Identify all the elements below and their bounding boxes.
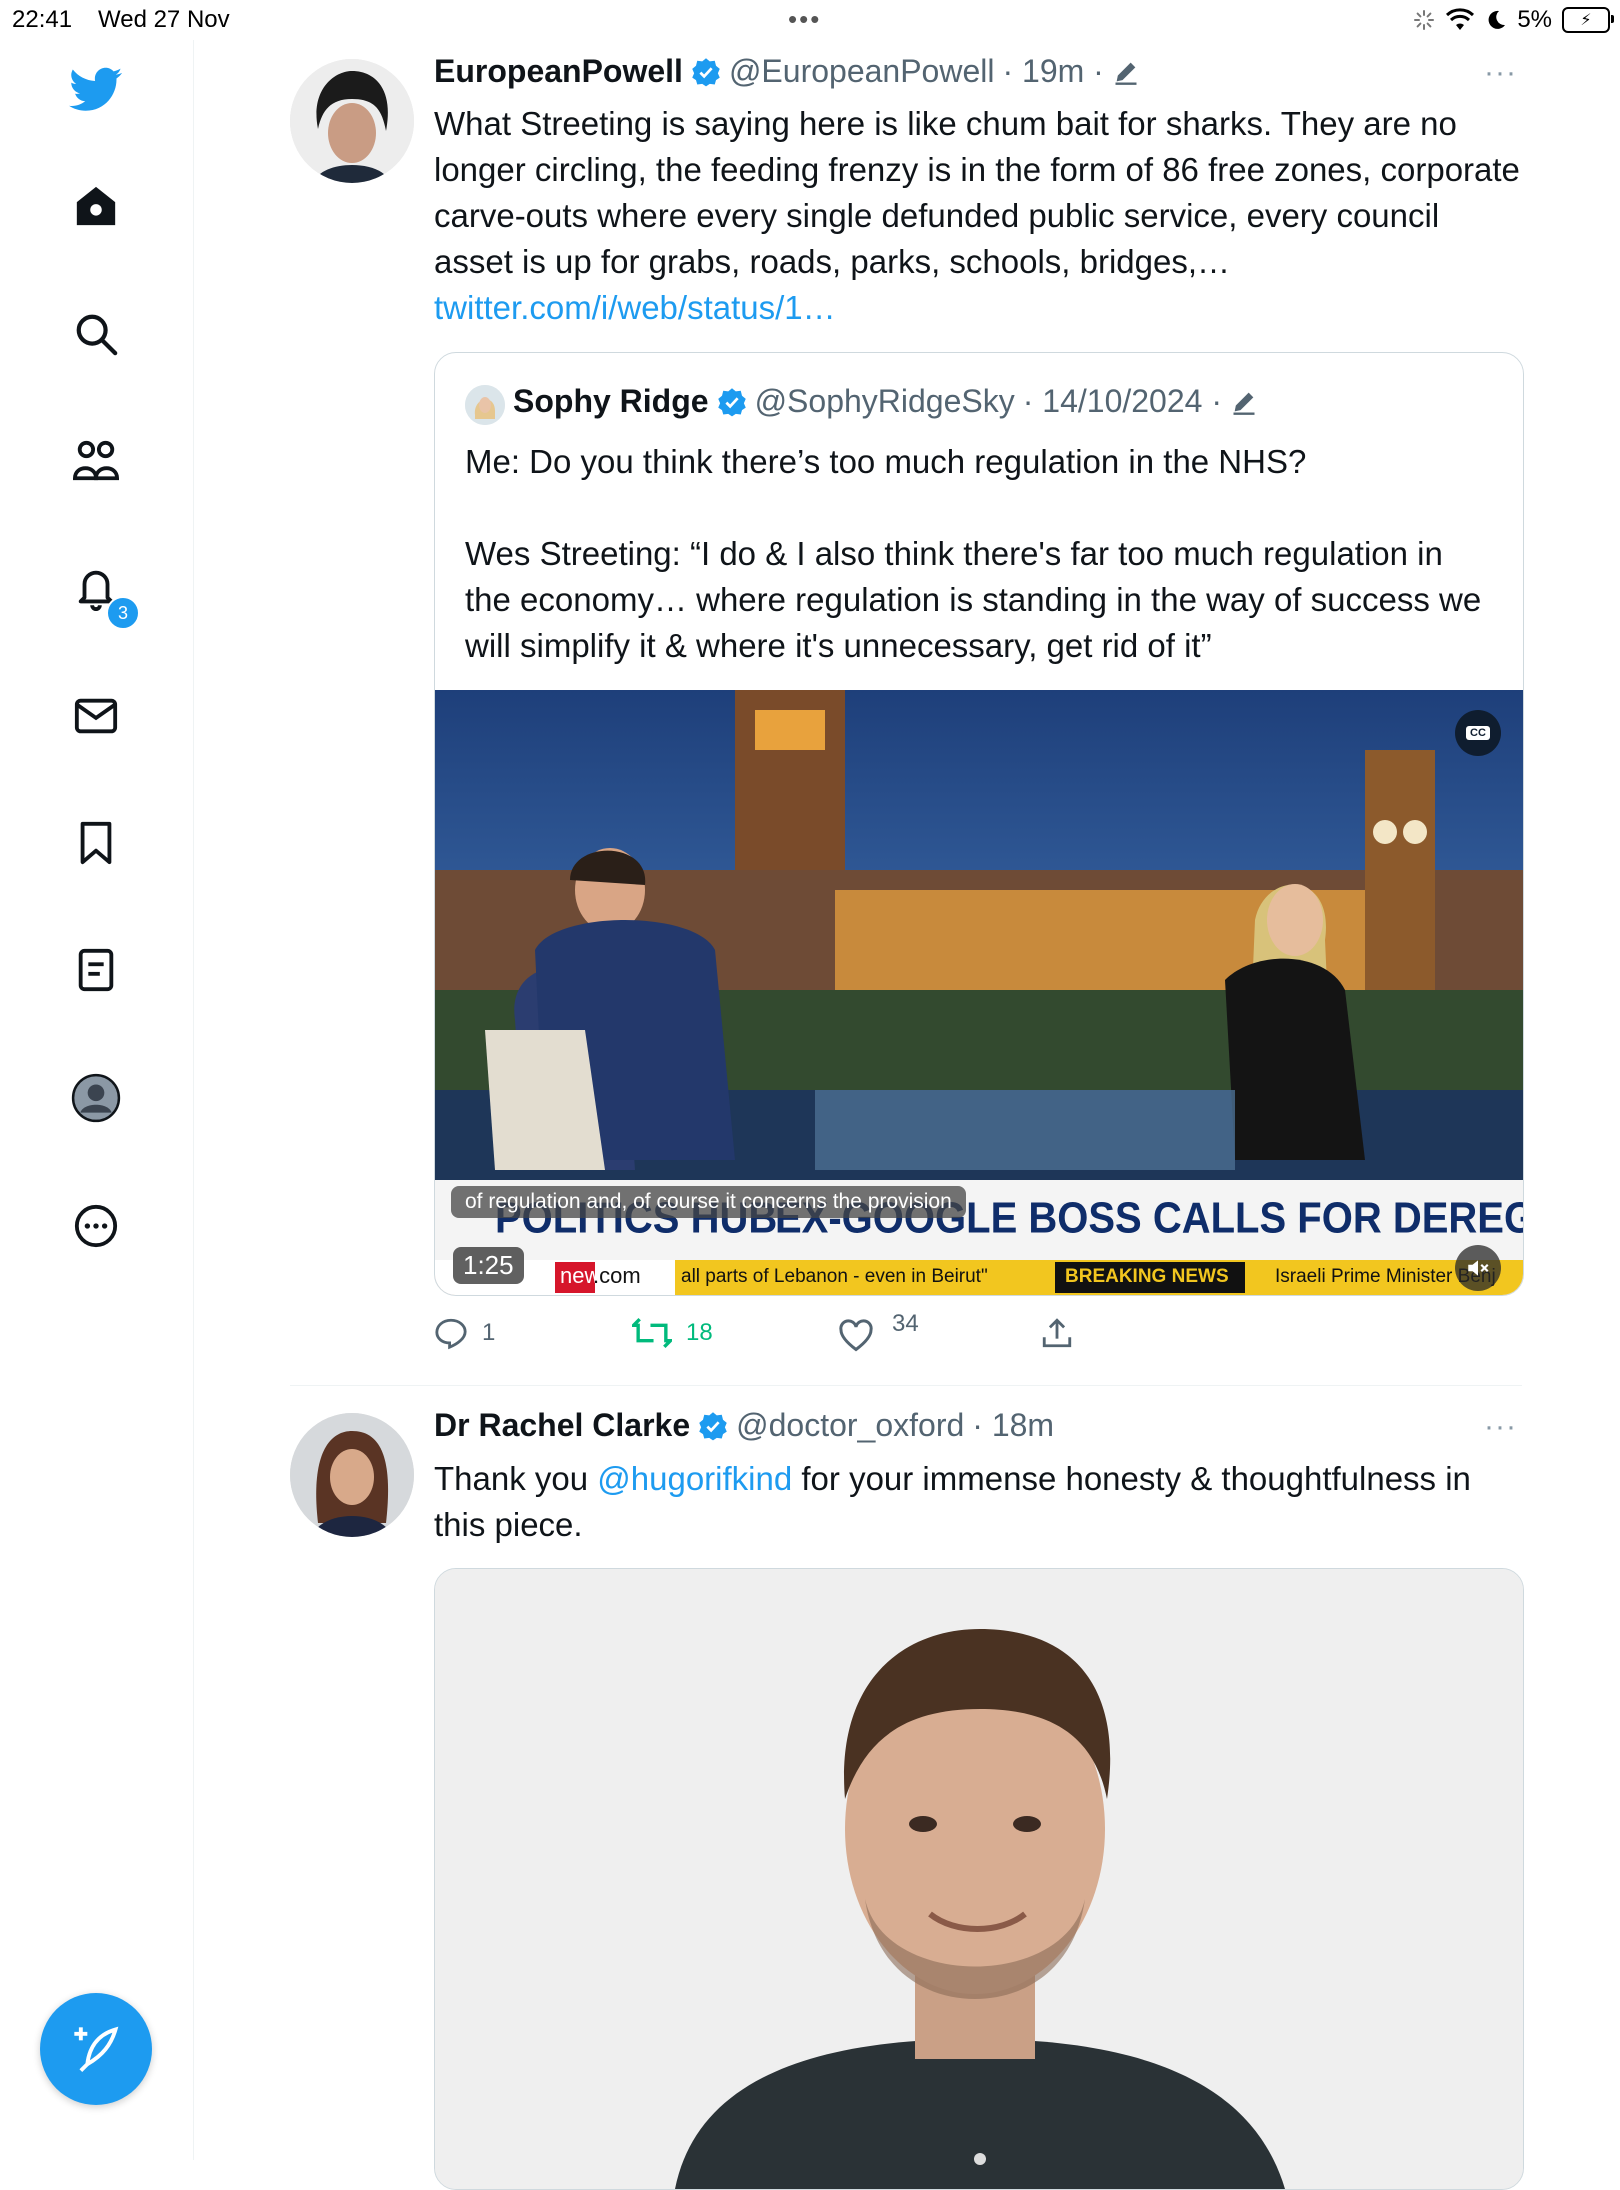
author-name[interactable]: EuropeanPowell: [434, 53, 683, 90]
tweet-text: What Streeting is saying here is like ch…: [434, 101, 1524, 331]
status-date: Wed 27 Nov: [98, 6, 230, 33]
lists-icon[interactable]: [66, 940, 126, 1000]
ticker-text-1: all parts of Lebanon - even in Beirut": [681, 1266, 988, 1287]
like-button[interactable]: 34: [838, 1310, 919, 1354]
portrait-photo: [435, 1569, 1523, 2189]
profile-icon[interactable]: [66, 1068, 126, 1128]
closed-captions-button[interactable]: CC: [1455, 710, 1501, 756]
status-indicators: 5% ⚡: [1413, 6, 1614, 34]
avatar[interactable]: [290, 1413, 414, 1537]
video-player[interactable]: POLITICS HUB EX-GOOGLE BOSS CALLS FOR DE…: [435, 690, 1523, 1295]
like-count: 34: [892, 1310, 919, 1337]
tweet-more-options-icon[interactable]: ···: [1484, 56, 1517, 90]
quote-line-2: Wes Streeting: “I do & I also think ther…: [465, 535, 1482, 664]
tweet-divider: [290, 1385, 1522, 1386]
tweet-body: What Streeting is saying here is like ch…: [434, 105, 1520, 280]
mute-button[interactable]: [1455, 1245, 1501, 1291]
more-icon[interactable]: [66, 1196, 126, 1256]
compose-tweet-button[interactable]: [40, 1993, 152, 2105]
tweet-header: Dr Rachel Clarke @doctor_oxford · 18m: [434, 1407, 1054, 1444]
avatar[interactable]: [290, 59, 414, 183]
notification-count-badge: 3: [106, 596, 140, 630]
reply-button[interactable]: 1: [434, 1316, 495, 1350]
reply-count: 1: [482, 1319, 496, 1346]
tweet-time[interactable]: · 19m ·: [1002, 53, 1103, 90]
quote-header: Sophy Ridge @SophyRidgeSky · 14/10/2024 …: [513, 383, 1258, 420]
edit-pencil-icon: [1115, 62, 1137, 85]
battery-percent: 5%: [1517, 6, 1552, 33]
bookmarks-icon[interactable]: [66, 813, 126, 873]
share-button[interactable]: [1040, 1316, 1074, 1357]
quote-author-handle: @SophyRidgeSky: [754, 383, 1015, 419]
mention-link[interactable]: @hugorifkind: [597, 1460, 792, 1497]
loading-spinner-icon: [1414, 10, 1435, 30]
cc-label: CC: [1466, 726, 1490, 740]
share-icon: [1042, 1318, 1072, 1348]
moon-icon: [1488, 10, 1506, 29]
speaker-muted-icon: [1468, 1260, 1489, 1276]
twitter-logo-icon[interactable]: [66, 60, 126, 120]
author-handle[interactable]: @EuropeanPowell: [729, 53, 995, 90]
battery-charging-icon: ⚡: [1562, 7, 1614, 33]
avatar: [465, 385, 505, 425]
verified-badge-icon: [717, 387, 746, 416]
messages-icon[interactable]: [66, 686, 126, 746]
compose-tweet-icon: [74, 2026, 119, 2073]
status-bar: 22:41 Wed 27 Nov ••• 5% ⚡: [0, 0, 1620, 40]
quote-line-1: Me: Do you think there’s too much regula…: [465, 443, 1307, 480]
quote-text: Me: Do you think there’s too much regula…: [465, 439, 1495, 669]
wifi-icon: [1446, 8, 1475, 30]
tweet-body-start: Thank you: [434, 1460, 598, 1497]
video-caption: of regulation and, of course it concerns…: [451, 1186, 966, 1218]
author-handle[interactable]: @doctor_oxford: [736, 1407, 964, 1444]
breaking-news-label: BREAKING NEWS: [1065, 1266, 1229, 1287]
quoted-tweet[interactable]: Sophy Ridge @SophyRidgeSky · 14/10/2024 …: [434, 352, 1524, 1296]
tweet-more-options-icon[interactable]: ···: [1484, 1410, 1517, 1444]
tweet-header: EuropeanPowell @EuropeanPowell · 19m ·: [434, 53, 1140, 90]
author-name[interactable]: Dr Rachel Clarke: [434, 1407, 690, 1444]
verified-badge-icon: [692, 57, 720, 86]
tweet-time[interactable]: · 18m: [972, 1407, 1054, 1444]
multitasking-dots-icon[interactable]: •••: [788, 4, 821, 35]
verified-badge-icon: [699, 1411, 727, 1440]
link-card-image[interactable]: [434, 1568, 1524, 2190]
retweet-count: 18: [686, 1319, 713, 1346]
status-time: 22:41: [12, 6, 73, 33]
heart-icon: [839, 1319, 873, 1352]
search-icon[interactable]: [66, 304, 126, 364]
brand-com: .com: [593, 1263, 641, 1288]
retweet-icon: [632, 1317, 672, 1349]
sidebar: 3: [0, 40, 194, 2160]
quote-author-name: Sophy Ridge: [513, 383, 709, 419]
home-icon[interactable]: [66, 176, 126, 236]
quote-time: · 14/10/2024 ·: [1022, 383, 1222, 419]
tweet-text: Thank you @hugorifkind for your immense …: [434, 1456, 1524, 1548]
communities-icon[interactable]: [66, 431, 126, 491]
retweet-button[interactable]: 18: [632, 1316, 713, 1350]
reply-icon: [435, 1318, 467, 1350]
edit-pencil-icon: [1233, 392, 1255, 415]
tweet-link[interactable]: twitter.com/i/web/status/1…: [434, 289, 836, 326]
video-duration: 1:25: [453, 1247, 524, 1284]
